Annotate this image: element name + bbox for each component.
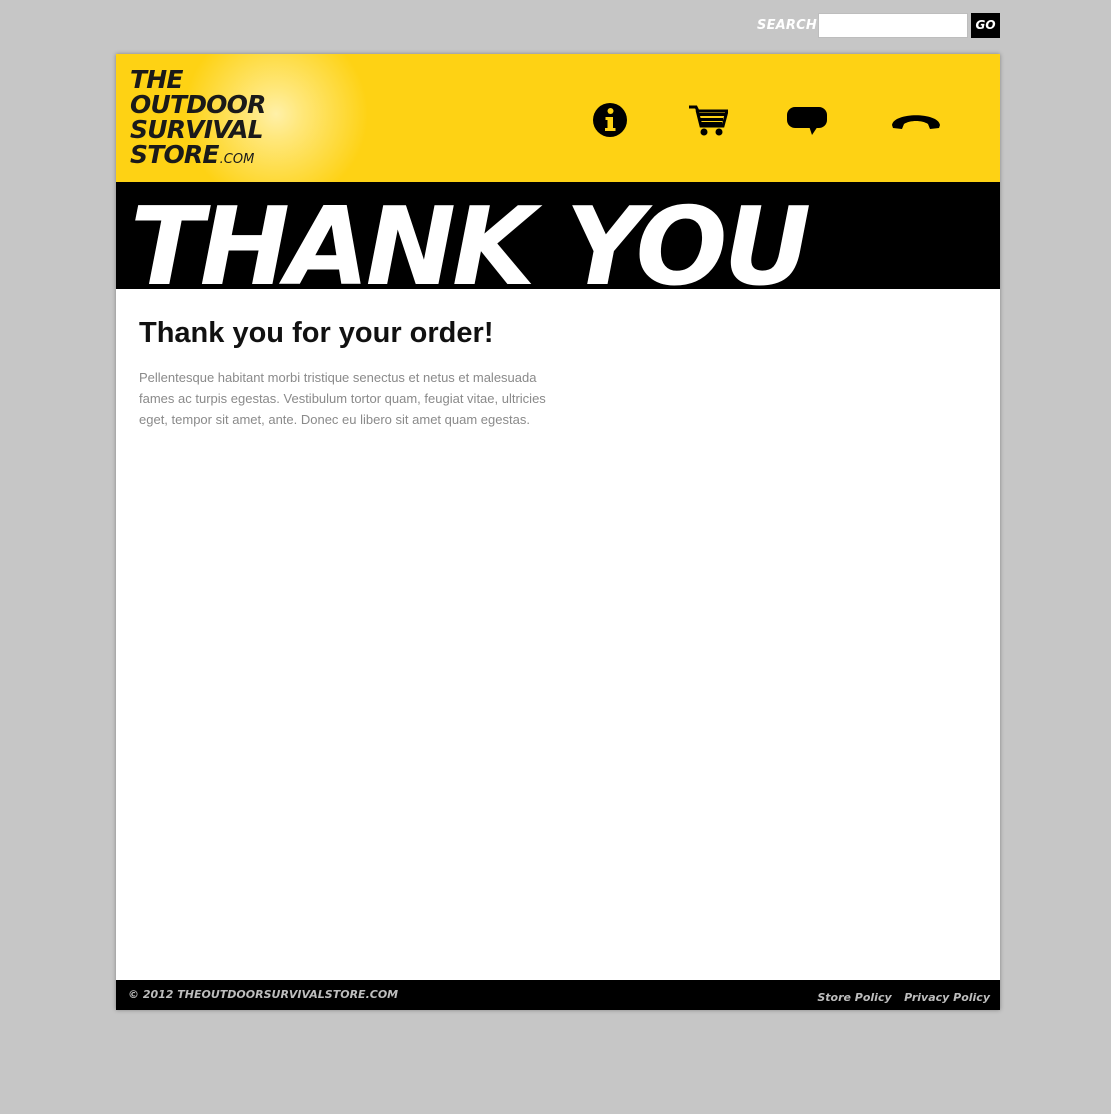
order-message: Pellentesque habitant morbi tristique se… [139,370,546,427]
store-policy-link[interactable]: Store Policy [817,991,891,1004]
logo-line: SURVIVAL [130,115,264,144]
info-icon[interactable] [592,102,628,142]
phone-icon[interactable] [889,102,943,142]
thank-you-banner: THANK YOU [116,182,1000,289]
footer-links: Store Policy Privacy Policy [809,988,990,1006]
chat-icon[interactable] [786,102,828,142]
privacy-policy-link[interactable]: Privacy Policy [904,991,990,1004]
logo-line: STORE.COM [130,142,290,172]
logo-line: OUTDOOR [130,90,266,119]
logo-dotcom-text: .COM [219,152,255,167]
copyright-text: © 2012 THEOUTDOORSURVIVALSTORE.COM [128,988,399,1001]
logo-store-text: STORE [130,140,219,169]
cart-icon[interactable] [688,102,728,142]
page-container: THE OUTDOOR SURVIVAL STORE.COM THANK YOU… [116,54,1000,1010]
site-header: THE OUTDOOR SURVIVAL STORE.COM [116,54,1000,182]
go-button[interactable]: GO [971,13,1000,38]
site-logo[interactable]: THE OUTDOOR SURVIVAL STORE.COM [130,67,290,172]
site-footer: © 2012 THEOUTDOORSURVIVALSTORE.COM Store… [116,980,1000,1010]
search-label: SEARCH [757,18,817,33]
banner-heading: THANK YOU [130,185,811,290]
search-input[interactable] [818,13,968,38]
logo-line: THE [130,65,183,94]
page-title: Thank you for your order! [139,317,494,349]
